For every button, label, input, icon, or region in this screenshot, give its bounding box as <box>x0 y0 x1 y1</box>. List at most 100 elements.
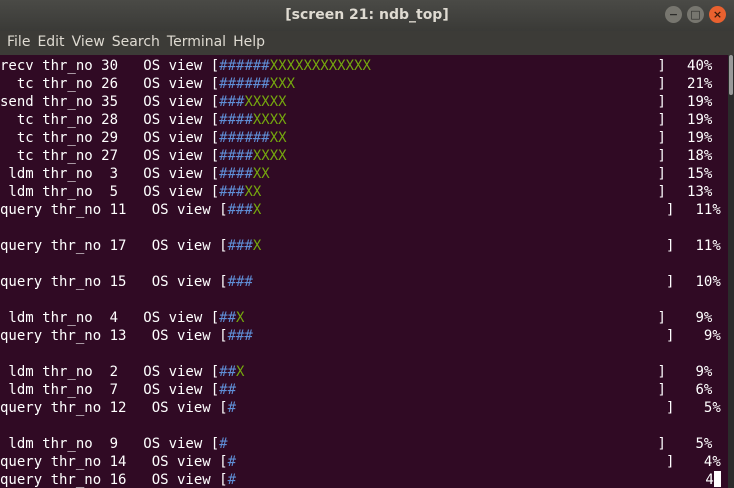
usage-bar-hash: # <box>219 436 228 452</box>
thread-row: tc thr_no 26 OS view [######XXX <box>0 75 295 93</box>
usage-percent: 6% <box>695 382 713 398</box>
usage-percent: 13% <box>687 184 713 200</box>
thread-row: ldm thr_no 2 OS view [##X <box>0 363 244 381</box>
thread-row: send thr_no 35 OS view [###XXXXX <box>0 93 287 111</box>
usage-percent: 21% <box>687 76 713 92</box>
thread-label: ldm thr_no 9 OS view [ <box>0 436 220 452</box>
usage-bar-hash: ###### <box>219 58 270 74</box>
usage-bar-x: X <box>252 238 262 254</box>
bracket-close: ] <box>657 436 666 452</box>
usage-bar-x: XXXXX <box>244 94 287 110</box>
usage-percent: 19% <box>687 112 713 128</box>
bracket-close: ] <box>657 130 666 146</box>
usage-bar-hash: ### <box>227 328 253 344</box>
usage-bar-hash: ## <box>219 382 237 398</box>
bracket-close: ] <box>665 328 675 344</box>
usage-bar-hash: ###### <box>219 76 270 92</box>
usage-bar-hash: ## <box>219 364 237 380</box>
usage-bar-hash: ###### <box>219 130 270 146</box>
thread-label: tc thr_no 28 OS view [ <box>0 112 220 128</box>
menu-edit[interactable]: Edit <box>30 31 64 55</box>
usage-bar-hash: # <box>227 454 237 470</box>
usage-percent: 9% <box>695 310 713 326</box>
bracket-close: ] <box>657 364 666 380</box>
usage-bar-hash: ### <box>219 184 245 200</box>
usage-bar-x: X <box>252 202 262 218</box>
thread-label: ldm thr_no 5 OS view [ <box>0 184 220 200</box>
usage-percent: 11% <box>695 238 721 254</box>
bracket-close: ] <box>657 310 666 326</box>
usage-percent: 9% <box>695 364 713 380</box>
usage-percent: 4% <box>703 454 721 470</box>
thread-row: ldm thr_no 3 OS view [####XX <box>0 165 270 183</box>
thread-row: ldm thr_no 7 OS view [## <box>0 381 236 399</box>
thread-row: tc thr_no 27 OS view [####XXXX <box>0 147 287 165</box>
usage-bar-hash: ### <box>227 238 253 254</box>
usage-bar-x: XXXX <box>252 148 287 164</box>
terminal-window: [screen 21: ndb_top] − □ × File Edit Vie… <box>0 0 734 488</box>
minimize-icon[interactable]: − <box>665 6 682 23</box>
usage-percent: 19% <box>687 94 713 110</box>
usage-bar-hash: #### <box>219 112 253 128</box>
bracket-close: ] <box>657 76 666 92</box>
bracket-close: ] <box>665 202 675 218</box>
menu-search[interactable]: Search <box>105 31 160 55</box>
terminal-output[interactable]: recv thr_no 30 OS view [######XXXXXXXXXX… <box>0 55 728 488</box>
thread-label: recv thr_no 30 OS view [ <box>0 58 220 74</box>
close-icon[interactable]: × <box>709 6 726 23</box>
usage-bar-x: XXXXXXXXXXXX <box>269 58 371 74</box>
thread-row: query thr_no 14 OS view [# <box>0 453 236 471</box>
thread-label: ldm thr_no 4 OS view [ <box>0 310 220 326</box>
thread-label: send thr_no 35 OS view [ <box>0 94 220 110</box>
usage-bar-hash: #### <box>219 166 253 182</box>
menu-bar: File Edit View Search Terminal Help <box>0 31 734 55</box>
usage-percent: 9% <box>703 328 721 344</box>
usage-bar-x: XXX <box>269 76 296 92</box>
thread-label: tc thr_no 27 OS view [ <box>0 148 220 164</box>
bracket-close: ] <box>657 58 666 74</box>
thread-label: query thr_no 12 OS view [ <box>0 400 228 416</box>
menu-help[interactable]: Help <box>226 31 265 55</box>
usage-percent: 18% <box>687 148 713 164</box>
bracket-close: ] <box>657 148 666 164</box>
thread-row: query thr_no 15 OS view [### <box>0 273 253 291</box>
thread-row: ldm thr_no 5 OS view [###XX <box>0 183 261 201</box>
thread-label: tc thr_no 29 OS view [ <box>0 130 220 146</box>
thread-row: ldm thr_no 4 OS view [##X <box>0 309 244 327</box>
thread-label: query thr_no 16 OS view [ <box>0 472 228 488</box>
text-cursor <box>713 471 721 487</box>
usage-percent: 11% <box>695 202 721 218</box>
menu-terminal[interactable]: Terminal <box>160 31 226 55</box>
usage-percent: 5% <box>703 400 721 416</box>
scrollbar[interactable] <box>728 55 734 488</box>
thread-label: query thr_no 14 OS view [ <box>0 454 228 470</box>
bracket-close: ] <box>657 184 666 200</box>
menu-view[interactable]: View <box>65 31 105 55</box>
bracket-close: ] <box>665 274 675 290</box>
thread-label: ldm thr_no 7 OS view [ <box>0 382 220 398</box>
thread-row: query thr_no 13 OS view [### <box>0 327 253 345</box>
usage-bar-hash: # <box>227 472 237 488</box>
bracket-close: ] <box>657 112 666 128</box>
maximize-icon[interactable]: □ <box>687 6 704 23</box>
thread-row: tc thr_no 29 OS view [######XX <box>0 129 287 147</box>
thread-label: ldm thr_no 2 OS view [ <box>0 364 220 380</box>
thread-row: query thr_no 17 OS view [###X <box>0 237 261 255</box>
thread-row: tc thr_no 28 OS view [####XXXX <box>0 111 287 129</box>
usage-percent: 40% <box>687 58 713 74</box>
menu-file[interactable]: File <box>0 31 30 55</box>
usage-bar-hash: #### <box>219 148 253 164</box>
bracket-close: ] <box>665 454 675 470</box>
usage-bar-hash: # <box>227 400 237 416</box>
usage-percent: 15% <box>687 166 713 182</box>
usage-percent: 4 <box>705 471 721 488</box>
usage-bar-hash: ### <box>227 274 253 290</box>
usage-bar-x: XX <box>252 166 270 182</box>
bracket-close: ] <box>665 238 675 254</box>
scrollbar-thumb[interactable] <box>729 55 733 95</box>
thread-label: ldm thr_no 3 OS view [ <box>0 166 220 182</box>
thread-label: tc thr_no 26 OS view [ <box>0 76 220 92</box>
usage-percent: 19% <box>687 130 713 146</box>
title-bar[interactable]: [screen 21: ndb_top] − □ × <box>0 0 734 31</box>
window-controls: − □ × <box>665 6 726 23</box>
